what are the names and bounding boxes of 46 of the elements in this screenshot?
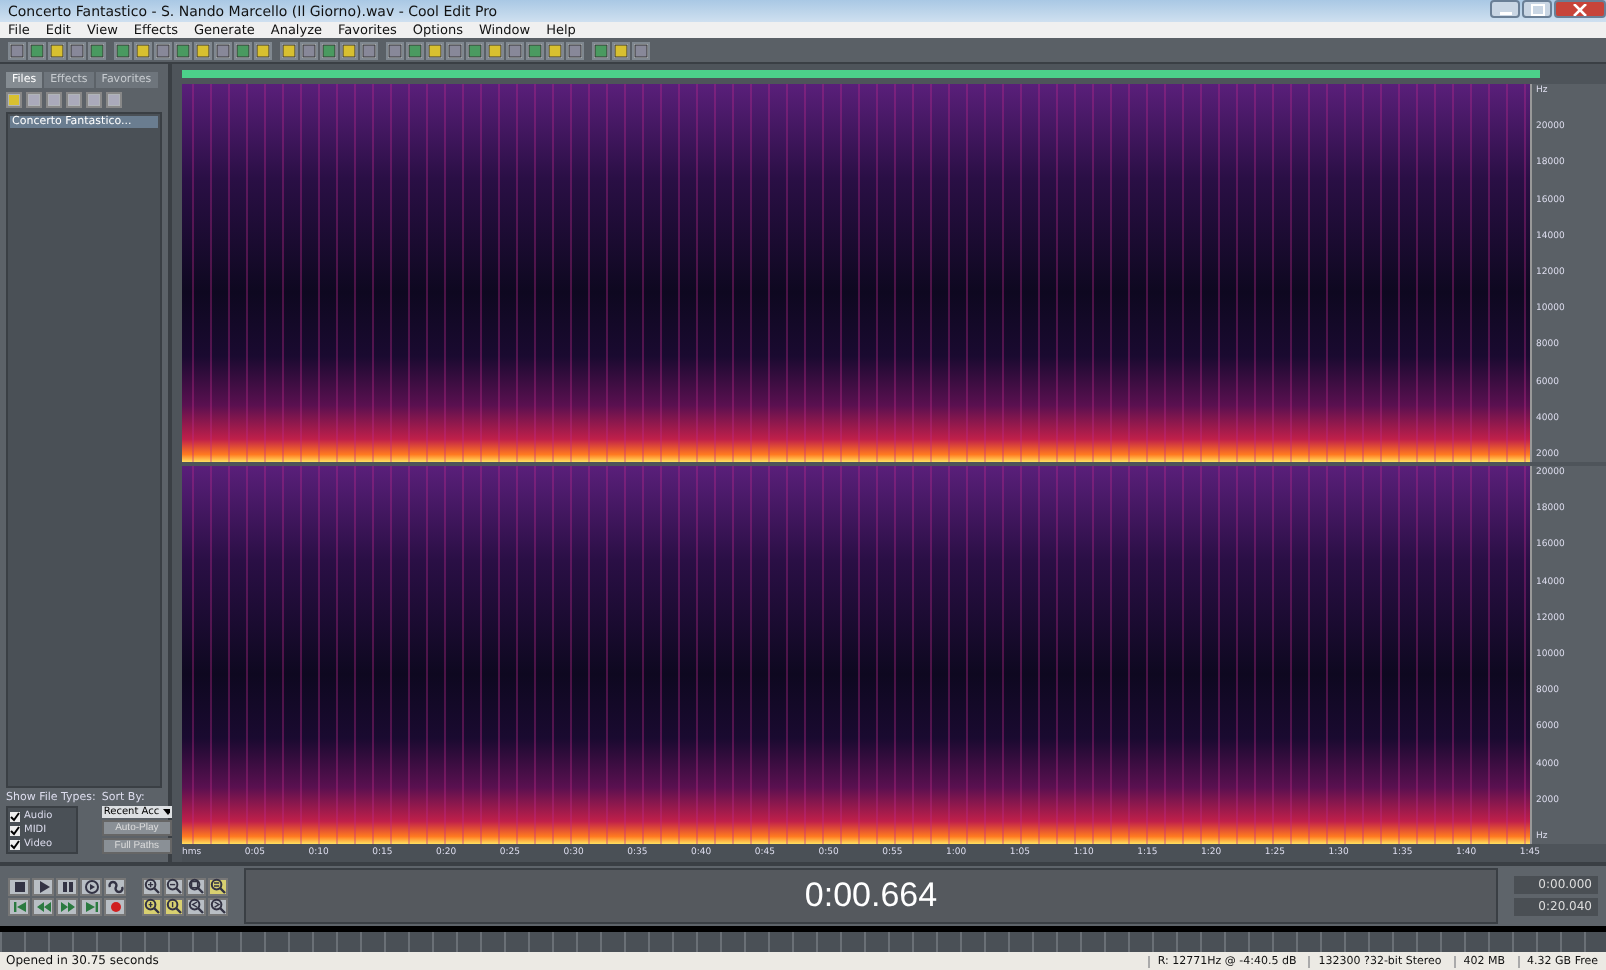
zoom-button[interactable] — [142, 877, 162, 895]
rewind-icon — [35, 899, 51, 913]
caret-icon — [161, 806, 170, 818]
zoom-button[interactable] — [164, 877, 184, 895]
zoom-button[interactable] — [142, 897, 162, 915]
skip-forward-icon — [83, 899, 99, 913]
stop-icon — [11, 879, 27, 893]
zoom-button[interactable] — [164, 897, 184, 915]
record-button[interactable] — [104, 897, 126, 915]
transport-button[interactable] — [80, 877, 102, 895]
maximize-button[interactable] — [1522, 0, 1552, 18]
transport-button[interactable] — [80, 897, 102, 915]
transport-button[interactable] — [32, 877, 54, 895]
fast-forward-icon — [59, 899, 75, 913]
magnifier-icon — [188, 898, 204, 914]
checkbox[interactable] — [10, 825, 20, 835]
skip-back-icon — [11, 899, 27, 913]
loop-icon — [107, 879, 123, 893]
current-time: 0:00.664 — [804, 876, 938, 916]
play-icon — [35, 879, 51, 893]
transport-button[interactable] — [8, 897, 30, 915]
transport-button[interactable] — [104, 877, 126, 895]
transport-button[interactable] — [8, 877, 30, 895]
close-icon — [1572, 3, 1588, 15]
zoom-button[interactable] — [208, 877, 228, 895]
zoom-button[interactable] — [186, 897, 206, 915]
magnifier-icon — [144, 898, 160, 914]
transport-button[interactable] — [32, 897, 54, 915]
magnifier-icon — [210, 878, 226, 894]
checkbox[interactable] — [10, 811, 20, 821]
pause-icon — [59, 879, 75, 893]
zoom-button[interactable] — [208, 897, 228, 915]
checkbox[interactable] — [10, 839, 20, 849]
play-icon — [83, 879, 99, 893]
magnifier-icon — [166, 878, 182, 894]
zoom-button[interactable] — [186, 877, 206, 895]
record-icon — [107, 899, 123, 913]
transport-button[interactable] — [56, 877, 78, 895]
magnifier-icon — [166, 898, 182, 914]
magnifier-icon — [210, 898, 226, 914]
magnifier-icon — [144, 878, 160, 894]
close-button[interactable] — [1554, 0, 1606, 18]
transport-button[interactable] — [56, 897, 78, 915]
maximize-icon — [1529, 3, 1545, 15]
magnifier-icon — [188, 878, 204, 894]
minimize-button[interactable] — [1490, 0, 1520, 18]
